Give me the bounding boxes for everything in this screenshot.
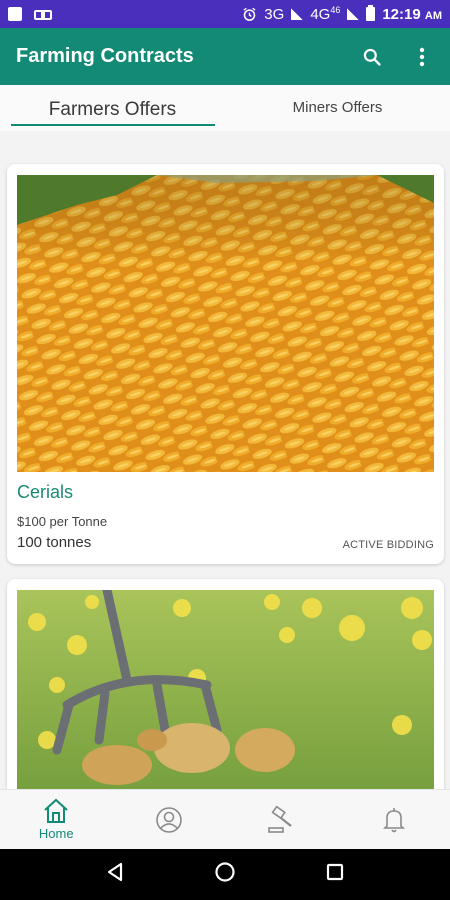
potatoes-pitchfork-image <box>17 590 434 789</box>
network-type-label: 3G <box>264 5 285 23</box>
alarm-icon <box>243 7 256 21</box>
clock-time: 12:19 <box>382 5 421 23</box>
overflow-menu-icon[interactable] <box>410 45 434 69</box>
offer-card[interactable] <box>7 579 444 789</box>
tab-label: Farmers Offers <box>48 99 177 120</box>
profile-icon <box>155 806 182 833</box>
offer-quantity: 100 tonnes <box>17 534 92 551</box>
status-bar: 3G 4G46 12:19 AM <box>0 0 450 28</box>
corn-pile-image <box>17 175 434 472</box>
network-type-label-2: 4G <box>310 6 331 23</box>
search-icon[interactable] <box>360 45 384 69</box>
gavel-icon <box>268 805 292 833</box>
tab-indicator <box>11 124 215 126</box>
recents-icon[interactable] <box>325 862 345 887</box>
offers-list[interactable]: Cerials $100 per Tonne 100 tonnes ACTIVE… <box>0 131 450 789</box>
incognito-icon <box>34 8 52 20</box>
nav-auction[interactable] <box>225 790 338 849</box>
tab-farmers-offers[interactable]: Farmers Offers <box>0 85 225 131</box>
bell-icon <box>382 807 405 832</box>
nav-home[interactable]: Home <box>0 790 113 849</box>
battery-icon <box>366 5 376 21</box>
clock-ampm: AM <box>424 9 442 22</box>
home-icon <box>44 798 68 823</box>
offer-price: $100 per Tonne <box>17 514 108 529</box>
nav-notifications[interactable] <box>338 790 450 849</box>
offer-card[interactable]: Cerials $100 per Tonne 100 tonnes ACTIVE… <box>7 164 444 564</box>
offers-tabs: Farmers Offers Miners Offers <box>0 85 450 131</box>
network-sup-label: 46 <box>330 5 341 15</box>
nav-home-label: Home <box>38 826 74 841</box>
system-navigation-bar <box>0 849 450 900</box>
app-bar: Farming Contracts <box>0 28 450 85</box>
offer-status-badge: ACTIVE BIDDING <box>342 539 434 551</box>
bottom-navigation: Home <box>0 789 450 849</box>
notification-square-icon <box>8 7 22 21</box>
app-title: Farming Contracts <box>16 45 194 67</box>
nav-profile[interactable] <box>113 790 226 849</box>
tab-miners-offers[interactable]: Miners Offers <box>225 85 450 131</box>
home-circle-icon[interactable] <box>214 861 236 888</box>
signal-icon <box>291 8 304 20</box>
back-icon[interactable] <box>105 861 125 888</box>
offer-title: Cerials <box>17 482 74 502</box>
signal-icon-2 <box>347 8 360 20</box>
tab-label: Miners Offers <box>292 99 383 116</box>
